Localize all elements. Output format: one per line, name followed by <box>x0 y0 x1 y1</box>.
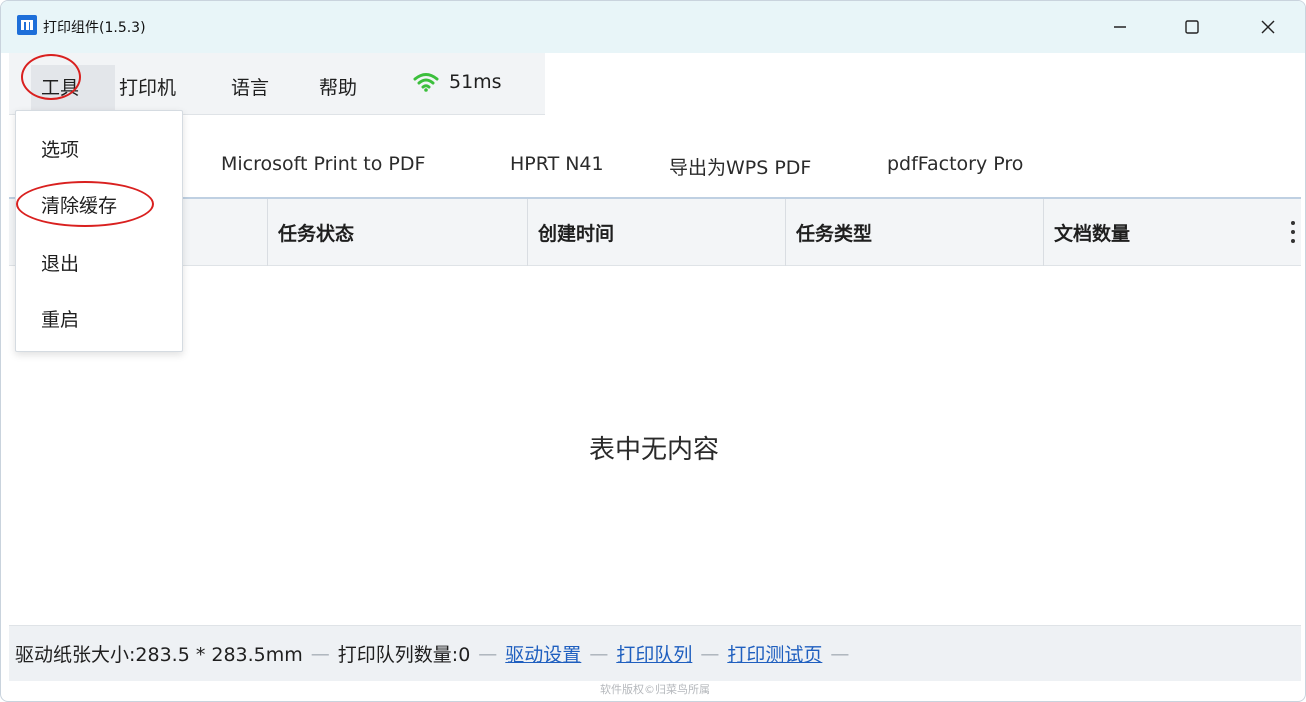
status-separator: — <box>478 642 498 665</box>
close-icon <box>1261 20 1275 34</box>
menu-printer[interactable]: 打印机 <box>119 73 176 100</box>
print-test-page-link[interactable]: 打印测试页 <box>727 640 822 667</box>
column-header-created[interactable]: 创建时间 <box>528 199 786 266</box>
annotation-circle-tools <box>21 54 81 100</box>
column-header-doc-count-label: 文档数量 <box>1054 223 1131 245</box>
driver-settings-link[interactable]: 驱动设置 <box>505 640 581 667</box>
empty-table-message: 表中无内容 <box>588 435 719 465</box>
column-header-type[interactable]: 任务类型 <box>786 199 1044 266</box>
tab-microsoft-print-to-pdf[interactable]: Microsoft Print to PDF <box>221 153 425 175</box>
app-logo-icon <box>17 15 37 35</box>
paper-size-text: 驱动纸张大小:283.5 * 283.5mm <box>15 644 303 666</box>
network-status: 51ms <box>413 71 502 93</box>
tools-dropdown-menu: 选项 清除缓存 退出 重启 <box>15 110 183 352</box>
wifi-icon <box>413 73 439 92</box>
print-queue-link[interactable]: 打印队列 <box>616 640 692 667</box>
tab-wps-pdf[interactable]: 导出为WPS PDF <box>669 153 811 180</box>
menu-help[interactable]: 帮助 <box>319 73 357 100</box>
menu-item-exit[interactable]: 退出 <box>41 249 79 276</box>
annotation-circle-clear-cache <box>16 181 154 227</box>
close-button[interactable] <box>1233 1 1303 53</box>
column-header-created-label: 创建时间 <box>538 223 615 245</box>
column-menu-icon[interactable] <box>1291 221 1295 243</box>
menu-bar: 工具 打印机 语言 帮助 51ms <box>9 53 545 115</box>
status-bar: 驱动纸张大小:283.5 * 283.5mm — 打印队列数量:0 — 驱动设置… <box>9 625 1301 681</box>
maximize-icon <box>1185 20 1199 34</box>
status-separator: — <box>310 642 330 665</box>
copyright-text: 软件版权©归菜鸟所属 <box>600 683 710 696</box>
column-header-type-label: 任务类型 <box>796 223 873 245</box>
menu-item-restart[interactable]: 重启 <box>41 305 79 332</box>
tab-pdffactory-pro[interactable]: pdfFactory Pro <box>887 153 1023 175</box>
printer-tabs: Microsoft Print to PDF HPRT N41 导出为WPS P… <box>1 141 1305 199</box>
column-header-doc-count[interactable]: 文档数量 <box>1044 199 1301 266</box>
queue-count-text: 打印队列数量:0 <box>337 644 471 666</box>
latency-value: 51ms <box>449 71 502 93</box>
window-title: 打印组件(1.5.3) <box>43 20 146 36</box>
table-header: 任务状态 创建时间 任务类型 文档数量 <box>9 199 1301 266</box>
minimize-button[interactable] <box>1085 1 1155 53</box>
menu-item-options[interactable]: 选项 <box>41 135 79 162</box>
status-separator: — <box>700 642 720 665</box>
maximize-button[interactable] <box>1157 1 1227 53</box>
app-window: 打印组件(1.5.3) 工具 打印机 语言 帮助 51ms Microsoft … <box>0 0 1306 702</box>
status-separator: — <box>830 642 850 665</box>
tab-hprt-n41[interactable]: HPRT N41 <box>510 153 604 175</box>
column-header-status[interactable]: 任务状态 <box>268 199 528 266</box>
menu-language[interactable]: 语言 <box>231 73 269 100</box>
minimize-icon <box>1114 26 1126 28</box>
status-separator: — <box>589 642 609 665</box>
title-bar: 打印组件(1.5.3) <box>1 1 1305 53</box>
column-header-status-label: 任务状态 <box>278 223 355 245</box>
